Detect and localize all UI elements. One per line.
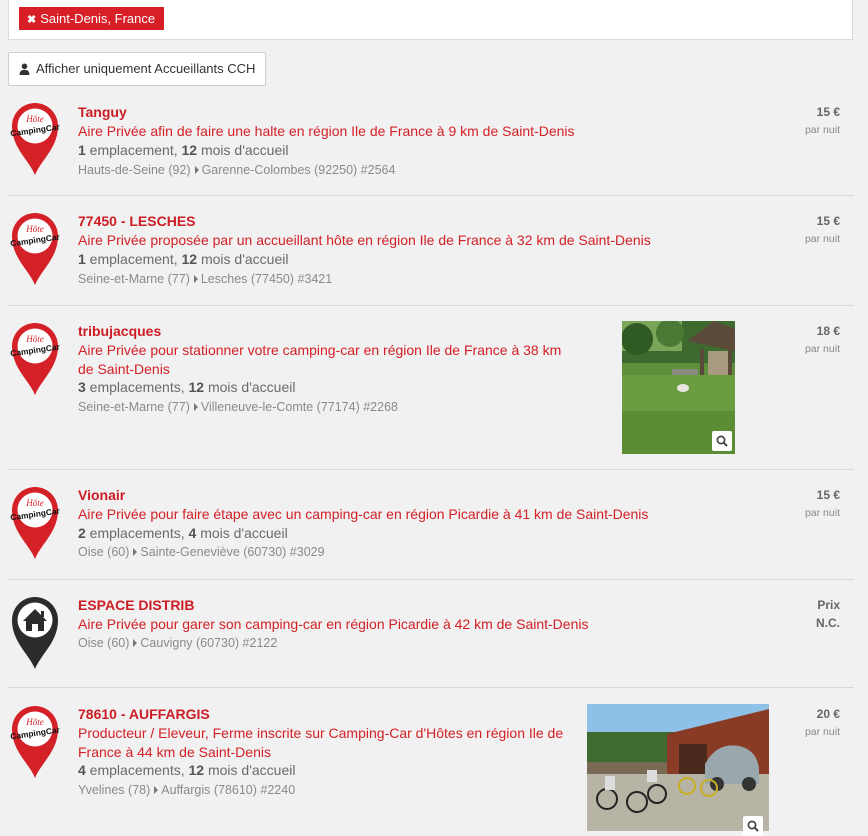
- listing-photo[interactable]: [622, 321, 735, 454]
- listing-price: 15 €: [816, 488, 840, 502]
- caret-right-icon: [154, 786, 159, 794]
- caret-right-icon: [133, 548, 138, 556]
- filter-chip-label: Saint-Denis, France: [40, 11, 156, 26]
- filter-chip-location[interactable]: ✖ Saint-Denis, France: [19, 7, 165, 30]
- listing-price-unit: par nuit: [804, 343, 840, 355]
- listing-location: Hauts-de-Seine (92) Garenne-Colombes (922…: [78, 163, 396, 177]
- listing-price: 20 €: [816, 707, 840, 721]
- listing-title[interactable]: ESPACE DISTRIB: [78, 596, 194, 615]
- listing-price-unit: par nuit: [804, 507, 840, 519]
- listing-description[interactable]: Aire Privée proposée par un accueillant …: [78, 231, 651, 250]
- listing-item[interactable]: Hôte CampingCar Tanguy Aire Privée afin …: [8, 95, 854, 196]
- listing-description[interactable]: Aire Privée pour faire étape avec un cam…: [78, 505, 648, 524]
- cch-only-button-label: Afficher uniquement Accueillants CCH: [36, 61, 256, 76]
- listing-item[interactable]: ESPACE DISTRIB Aire Privée pour garer so…: [8, 589, 854, 688]
- listing-title[interactable]: 78610 - AUFFARGIS: [78, 705, 210, 724]
- listing-price: 15 €: [816, 214, 840, 228]
- search-icon: [716, 435, 728, 447]
- listing-price: 18 €: [816, 324, 840, 338]
- listing-item[interactable]: Hôte CampingCar Vionair Aire Privée pour…: [8, 479, 854, 580]
- listing-capacity: 4 emplacements, 12 mois d'accueil: [78, 762, 296, 778]
- close-icon[interactable]: ✖: [27, 14, 36, 26]
- listing-price-label: Prix: [817, 598, 840, 612]
- svg-text:Hôte: Hôte: [25, 334, 44, 344]
- listing-description[interactable]: Aire Privée pour garer son camping-car e…: [78, 615, 588, 634]
- listing-title[interactable]: tribujacques: [78, 322, 161, 341]
- listing-title[interactable]: Tanguy: [78, 103, 127, 122]
- caret-right-icon: [193, 403, 198, 411]
- search-icon: [747, 820, 759, 832]
- listing-location: Seine-et-Marne (77) Villeneuve-le-Comte (…: [78, 400, 398, 414]
- svg-text:Hôte: Hôte: [25, 717, 44, 727]
- listing-location: Yvelines (78) Auffargis (78610) #2240: [78, 783, 296, 797]
- listing-price: 15 €: [816, 105, 840, 119]
- listing-title[interactable]: 77450 - LESCHES: [78, 212, 196, 231]
- zoom-button[interactable]: [743, 816, 763, 836]
- listing-photo[interactable]: [587, 704, 769, 831]
- listing-location: Seine-et-Marne (77) Lesches (77450) #3421: [78, 272, 333, 286]
- caret-right-icon: [193, 275, 198, 283]
- listing-description[interactable]: Aire Privée pour stationner votre campin…: [78, 341, 573, 379]
- svg-text:Hôte: Hôte: [25, 114, 44, 124]
- listing-price-value: N.C.: [816, 616, 840, 630]
- listing-location: Oise (60) Cauvigny (60730) #2122: [78, 636, 278, 650]
- svg-text:Hôte: Hôte: [25, 498, 44, 508]
- cch-only-button[interactable]: Afficher uniquement Accueillants CCH: [8, 52, 267, 86]
- svg-text:Hôte: Hôte: [25, 224, 44, 234]
- listing-item[interactable]: Hôte CampingCar 77450 - LESCHES Aire Pri…: [8, 205, 854, 306]
- listing-item[interactable]: Hôte CampingCar 78610 - AUFFARGIS Produc…: [8, 698, 854, 836]
- listing-capacity: 3 emplacements, 12 mois d'accueil: [78, 379, 296, 395]
- listing-item[interactable]: Hôte CampingCar tribujacques Aire Privée…: [8, 315, 854, 470]
- listing-capacity: 1 emplacement, 12 mois d'accueil: [78, 142, 289, 158]
- camping-car-pin-icon: Hôte CampingCar: [10, 703, 60, 779]
- listing-title[interactable]: Vionair: [78, 486, 125, 505]
- listing-capacity: 2 emplacements, 4 mois d'accueil: [78, 525, 288, 541]
- farm-bikes-2cv-photo: [587, 704, 769, 831]
- caret-right-icon: [194, 166, 199, 174]
- house-pin-icon: [10, 594, 60, 670]
- listing-description[interactable]: Aire Privée afin de faire une halte en r…: [78, 122, 575, 141]
- camping-car-pin-icon: Hôte CampingCar: [10, 100, 60, 176]
- caret-right-icon: [133, 639, 138, 647]
- listing-location: Oise (60) Sainte-Geneviève (60730) #3029: [78, 545, 325, 559]
- listing-capacity: 1 emplacement, 12 mois d'accueil: [78, 251, 289, 267]
- active-filters: ✖ Saint-Denis, France: [8, 0, 853, 40]
- camping-car-pin-icon: Hôte CampingCar: [10, 210, 60, 286]
- listing-price-unit: par nuit: [804, 124, 840, 136]
- camping-car-pin-icon: Hôte CampingCar: [10, 320, 60, 396]
- zoom-button[interactable]: [712, 431, 732, 451]
- user-icon: [19, 63, 30, 75]
- listing-price-unit: par nuit: [804, 726, 840, 738]
- listing-price-unit: par nuit: [804, 233, 840, 245]
- camping-car-pin-icon: Hôte CampingCar: [10, 484, 60, 560]
- listing-description[interactable]: Producteur / Eleveur, Ferme inscrite sur…: [78, 724, 574, 762]
